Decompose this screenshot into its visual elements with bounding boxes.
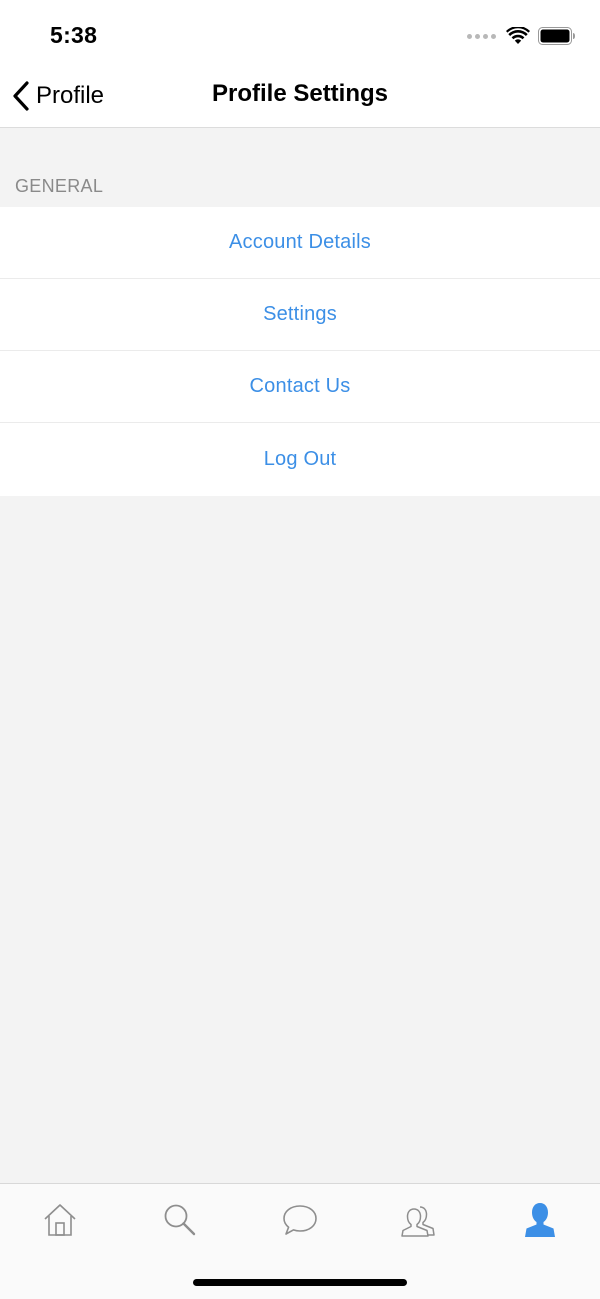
settings-button[interactable]: Settings xyxy=(0,279,600,351)
home-icon xyxy=(44,1204,76,1236)
tab-home[interactable] xyxy=(0,1198,120,1242)
log-out-button[interactable]: Log Out xyxy=(0,423,600,496)
search-icon xyxy=(164,1204,196,1236)
status-time: 5:38 xyxy=(50,22,98,48)
contact-us-button[interactable]: Contact Us xyxy=(0,351,600,423)
chevron-left-icon xyxy=(13,81,29,111)
wifi-icon xyxy=(506,27,530,44)
friends-icon xyxy=(401,1206,435,1237)
profile-icon xyxy=(525,1203,555,1237)
battery-icon xyxy=(538,27,575,45)
tab-search[interactable] xyxy=(120,1198,240,1242)
settings-list: Account Details Settings Contact Us Log … xyxy=(0,207,600,496)
top-bar: 5:38 Profile Profile Settings xyxy=(0,0,600,128)
tab-friends[interactable] xyxy=(360,1198,480,1242)
settings-label: Settings xyxy=(263,303,337,325)
account-details-label: Account Details xyxy=(229,231,371,253)
tab-messages[interactable] xyxy=(240,1198,360,1242)
account-details-button[interactable]: Account Details xyxy=(0,207,600,279)
tab-profile[interactable] xyxy=(480,1198,600,1242)
back-button-label: Profile xyxy=(36,82,105,109)
signal-icon xyxy=(467,33,496,39)
back-button[interactable]: Profile xyxy=(12,76,104,116)
section-header-general: GENERAL xyxy=(15,176,104,196)
status-icons xyxy=(467,24,576,48)
home-indicator xyxy=(193,1279,407,1286)
contact-us-label: Contact Us xyxy=(249,375,351,397)
chat-bubble-icon xyxy=(283,1205,317,1235)
log-out-label: Log Out xyxy=(263,448,337,470)
